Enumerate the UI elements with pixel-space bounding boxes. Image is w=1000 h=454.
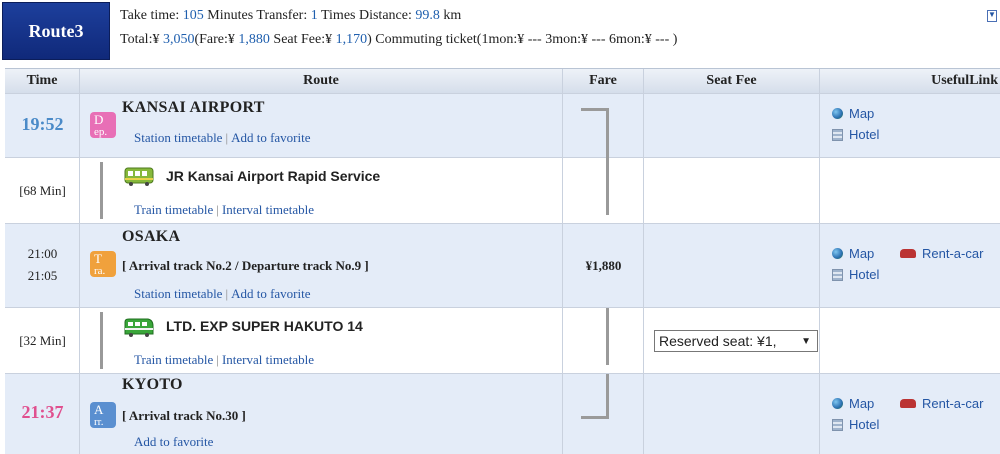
interval-timetable-link[interactable]: Interval timetable: [222, 202, 314, 217]
train-timetable-link[interactable]: Train timetable: [134, 352, 213, 367]
departure-time: 21:05: [27, 268, 58, 283]
collapse-icon[interactable]: ▼: [987, 10, 997, 22]
route-badge[interactable]: Route3: [2, 2, 110, 60]
map-link[interactable]: Map: [832, 106, 874, 121]
segment-fare: ¥1,880: [585, 258, 622, 273]
station-timetable-link[interactable]: Station timetable: [134, 286, 222, 301]
train-links: Train timetable | Interval timetable: [134, 352, 314, 367]
station-name[interactable]: OSAKA: [122, 228, 180, 246]
col-time: Time: [5, 69, 80, 93]
building-icon: [832, 418, 843, 431]
globe-icon: [832, 108, 843, 119]
col-route: Route: [80, 69, 563, 93]
distance-value: 99.8: [415, 8, 440, 23]
segment-row: [32 Min] LTD. EXP SUPER HAKUTO 14 Train …: [5, 308, 1000, 374]
map-link[interactable]: Map: [832, 396, 874, 411]
col-fare: Fare: [563, 69, 644, 93]
route-line: [100, 312, 103, 369]
route-summary-header: Route3 Take time: 105 Minutes Transfer: …: [0, 0, 1000, 64]
map-link[interactable]: Map: [832, 246, 874, 261]
track-info: [ Arrival track No.2 / Departure track N…: [122, 258, 369, 273]
train-links: Train timetable | Interval timetable: [134, 202, 314, 217]
take-time-label: Take time:: [120, 8, 183, 23]
summary-line-2: Total:¥ 3,050(Fare:¥ 1,880 Seat Fee:¥ 1,…: [120, 28, 677, 52]
seat-type-select[interactable]: Reserved seat: ¥1, ▼: [654, 330, 818, 352]
fare-bracket: [581, 374, 609, 419]
commuting-ticket: Commuting ticket(1mon:¥ --- 3mon:¥ --- 6…: [371, 32, 678, 47]
arrival-icon: Arr.: [90, 402, 116, 428]
departure-icon: Dep.: [90, 112, 116, 138]
interval-timetable-link[interactable]: Interval timetable: [222, 352, 314, 367]
car-icon: [900, 399, 916, 408]
station-timetable-link[interactable]: Station timetable: [134, 130, 222, 145]
track-info: [ Arrival track No.30 ]: [122, 408, 246, 423]
add-to-favorite-link[interactable]: Add to favorite: [134, 434, 213, 449]
arrival-time: 21:37: [21, 402, 64, 422]
take-time-value: 105: [182, 8, 204, 23]
globe-icon: [832, 398, 843, 409]
summary-line-1: Take time: 105 Minutes Transfer: 1 Times…: [120, 4, 677, 28]
hotel-link[interactable]: Hotel: [832, 127, 879, 142]
distance-label: Times Distance:: [317, 8, 416, 23]
building-icon: [832, 128, 843, 141]
col-useful-link: UsefulLink: [931, 73, 998, 88]
rent-a-car-link[interactable]: Rent-a-car: [900, 246, 983, 261]
train-name[interactable]: JR Kansai Airport Rapid Service: [166, 168, 380, 184]
station-name[interactable]: KYOTO: [122, 376, 183, 394]
dropdown-arrow-icon: ▼: [801, 335, 811, 347]
station-row-departure: 19:52 Dep. KANSAI AIRPORT Station timeta…: [5, 94, 1000, 158]
train-icon: [124, 167, 154, 186]
globe-icon: [832, 248, 843, 259]
train-icon: [124, 318, 154, 337]
col-seat-fee: Seat Fee: [644, 69, 820, 93]
route-line: [100, 162, 103, 219]
transfer-label: Minutes Transfer:: [203, 8, 311, 23]
hotel-link[interactable]: Hotel: [832, 267, 879, 282]
train-timetable-link[interactable]: Train timetable: [134, 202, 213, 217]
rent-a-car-link[interactable]: Rent-a-car: [900, 396, 983, 411]
building-icon: [832, 268, 843, 281]
table-header: Time Route Fare Seat Fee UsefulLink: [5, 69, 1000, 94]
total-value: 3,050: [162, 32, 195, 47]
fare-bracket: [581, 108, 609, 158]
transfer-value: 1: [310, 8, 318, 23]
add-to-favorite-link[interactable]: Add to favorite: [231, 286, 310, 301]
departure-time: 19:52: [21, 114, 64, 134]
seat-fee-label: Seat Fee:¥: [269, 32, 336, 47]
fare-value: 1,880: [238, 32, 270, 47]
car-icon: [900, 249, 916, 258]
seat-select-value: Reserved seat: ¥1,: [659, 333, 777, 349]
route-table: Time Route Fare Seat Fee UsefulLink 19:5…: [5, 68, 1000, 454]
arrival-time: 21:00: [27, 246, 58, 261]
segment-duration: [68 Min]: [19, 183, 66, 198]
segment-duration: [32 Min]: [19, 333, 66, 348]
segment-row: [68 Min] JR Kansai Airport Rapid Service…: [5, 158, 1000, 224]
train-name[interactable]: LTD. EXP SUPER HAKUTO 14: [166, 318, 363, 334]
seat-fee-value: 1,170: [335, 32, 368, 47]
fare-label: (Fare:¥: [194, 32, 239, 47]
transfer-icon: Tra.: [90, 251, 116, 277]
hotel-link[interactable]: Hotel: [832, 417, 879, 432]
station-name[interactable]: KANSAI AIRPORT: [122, 99, 265, 117]
station-links: Add to favorite: [134, 434, 213, 450]
station-links: Station timetable | Add to favorite: [134, 130, 311, 145]
add-to-favorite-link[interactable]: Add to favorite: [231, 130, 310, 145]
fare-bracket: [581, 158, 609, 215]
fare-bracket: [581, 308, 609, 365]
distance-unit: km: [439, 8, 462, 23]
station-row-transfer: 21:00 21:05 Tra. OSAKA [ Arrival track N…: [5, 224, 1000, 308]
total-label: Total:¥: [120, 32, 163, 47]
station-links: Station timetable | Add to favorite: [134, 286, 311, 301]
route-summary: Take time: 105 Minutes Transfer: 1 Times…: [120, 4, 677, 52]
station-row-arrival: 21:37 Arr. KYOTO [ Arrival track No.30 ]…: [5, 374, 1000, 454]
